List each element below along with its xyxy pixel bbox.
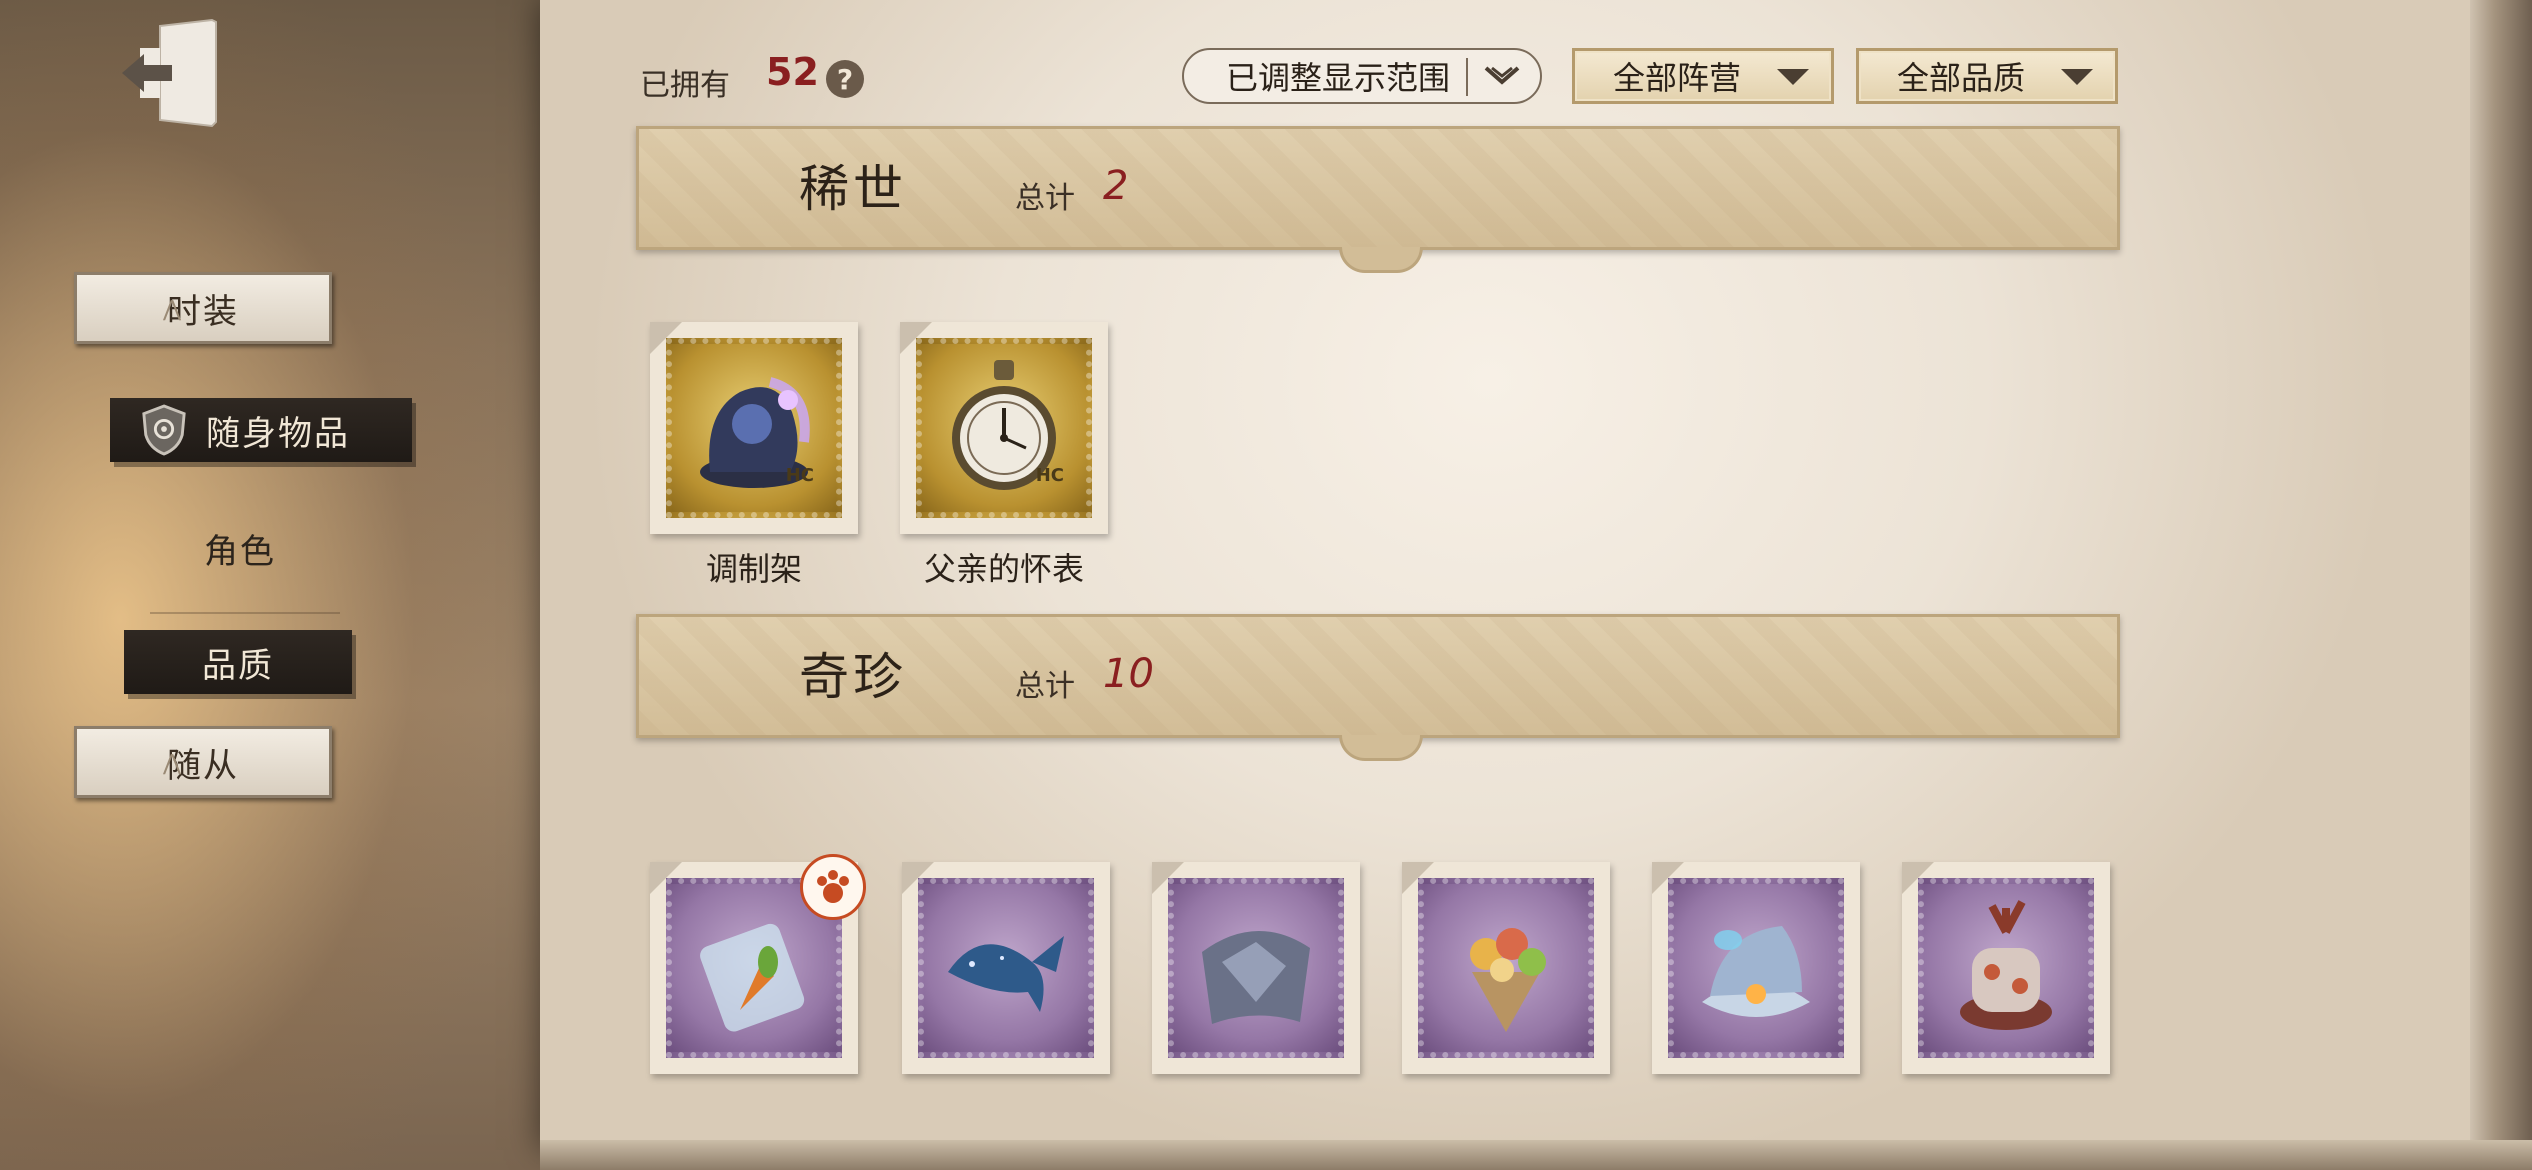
stamp-tag: HC xyxy=(1035,465,1064,486)
item-card[interactable]: HC 调制架 xyxy=(650,322,858,590)
header-notch xyxy=(1339,735,1423,761)
sidebar-item-quality[interactable]: 品质 xyxy=(124,630,352,694)
item-card[interactable] xyxy=(650,854,866,1074)
side-panel-background xyxy=(0,0,560,1170)
paw-badge-icon xyxy=(800,854,866,920)
coral-cake-icon xyxy=(1960,900,2052,1030)
chevron-down-icon xyxy=(1777,69,1809,85)
exit-icon[interactable] xyxy=(120,18,230,128)
sidebar-item-companions[interactable]: ⋀ 随从 xyxy=(74,726,332,798)
sidebar-item-character[interactable]: 角色 xyxy=(204,524,276,573)
help-icon[interactable]: ? xyxy=(826,60,864,98)
stamp-frame: HC xyxy=(650,322,858,534)
menu-divider xyxy=(150,612,340,614)
item-card[interactable] xyxy=(1652,862,1860,1074)
pearl-shell-icon xyxy=(1702,926,1810,1017)
stamp-frame xyxy=(1902,862,2110,1074)
section-total-label: 总计 xyxy=(1015,181,1075,216)
tab-mark-icon: ⋀ xyxy=(163,297,184,322)
whale-icon xyxy=(948,936,1064,1012)
shield-icon xyxy=(142,404,186,456)
crystal-cloth-icon xyxy=(1202,930,1310,1024)
display-range-dropdown[interactable]: 已调整显示范围 xyxy=(1182,48,1542,104)
header-notch xyxy=(1339,247,1423,273)
item-card[interactable] xyxy=(1402,862,1610,1074)
stamp-frame xyxy=(1152,862,1360,1074)
section-header-treasure: 奇珍 总计 10 xyxy=(636,614,2120,761)
tab-mark-icon: ⋀ xyxy=(163,751,184,776)
book-bottom-edge xyxy=(540,1140,2532,1170)
item-card[interactable]: HC 父亲的怀表 xyxy=(900,322,1108,590)
quality-filter-label: 全部品质 xyxy=(1897,59,2026,97)
stamp-frame xyxy=(1652,862,1860,1074)
section-header-rare: 稀世 总计 2 xyxy=(636,126,2120,273)
display-range-label: 已调整显示范围 xyxy=(1226,59,1451,97)
sidebar-item-label: 随身物品 xyxy=(206,413,350,454)
sidebar-item-label: 角色 xyxy=(204,532,276,572)
section-total-value: 10 xyxy=(1103,651,1154,697)
stamp-tag: HC xyxy=(785,465,814,486)
help-glyph: ? xyxy=(836,62,854,96)
stamp-frame xyxy=(902,862,1110,1074)
quality-filter-dropdown[interactable]: 全部品质 xyxy=(1856,48,2118,104)
stamp-frame xyxy=(1402,862,1610,1074)
section-total-value: 2 xyxy=(1103,163,1129,209)
owned-label: 已拥有 xyxy=(640,68,730,103)
sidebar-item-accessories[interactable]: 随身物品 xyxy=(110,398,412,462)
carrot-jar-icon xyxy=(700,923,805,1032)
sidebar-item-outfits[interactable]: ⋀ 时装 xyxy=(74,272,332,344)
item-card[interactable] xyxy=(1902,862,2110,1074)
faction-filter-label: 全部阵营 xyxy=(1613,59,1742,97)
section-total-label: 总计 xyxy=(1015,669,1075,704)
faction-filter-dropdown[interactable]: 全部阵营 xyxy=(1572,48,1834,104)
item-card[interactable] xyxy=(902,862,1110,1074)
section-title: 奇珍 xyxy=(799,648,907,706)
stamp-frame: HC xyxy=(900,322,1108,534)
section-title: 稀世 xyxy=(799,160,907,218)
page-edge xyxy=(2470,0,2532,1170)
item-card[interactable] xyxy=(1152,862,1360,1074)
sidebar-item-label: 品质 xyxy=(202,645,274,686)
dropdown-separator xyxy=(1466,58,1468,96)
owned-count: 52 xyxy=(766,50,819,94)
fruit-bouquet-icon xyxy=(1470,928,1546,1032)
chevron-down-icon xyxy=(2061,69,2093,85)
item-name: 调制架 xyxy=(705,550,802,588)
chevron-down-icon xyxy=(1484,66,1520,85)
item-name: 父亲的怀表 xyxy=(923,550,1084,588)
